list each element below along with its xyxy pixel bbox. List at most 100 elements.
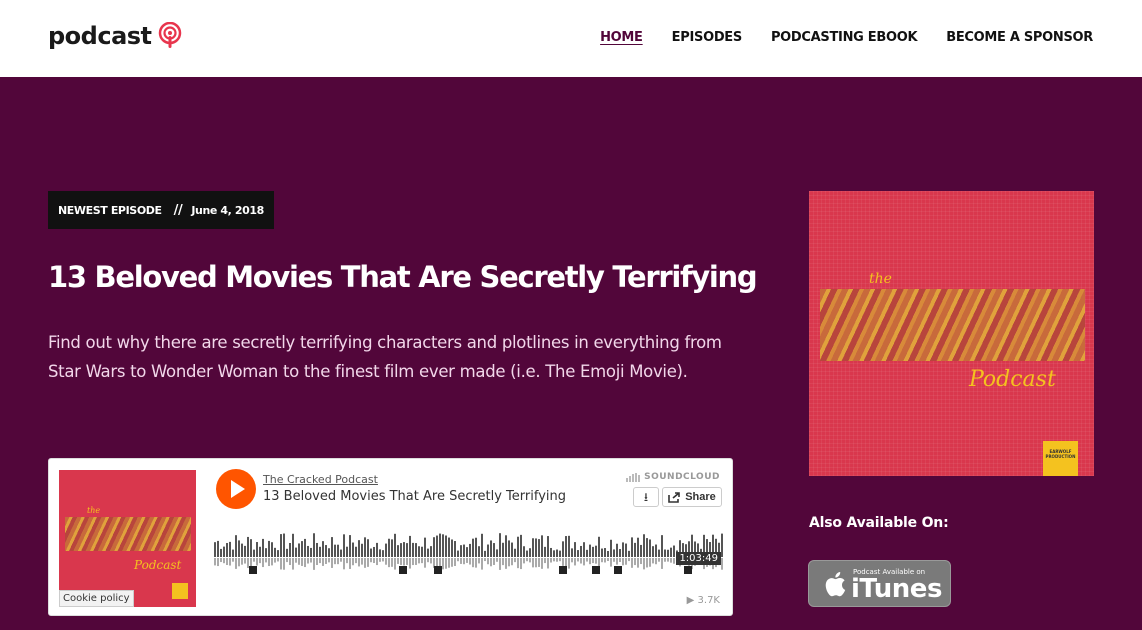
player-author-link[interactable]: The Cracked Podcast: [263, 473, 378, 486]
waveform-reflection: [505, 558, 507, 569]
waveform-reflection: [364, 558, 366, 568]
comment-avatar[interactable]: [249, 566, 257, 574]
waveform-reflection: [442, 558, 444, 570]
nav-episodes[interactable]: EPISODES: [672, 30, 743, 45]
waveform-reflection: [388, 558, 390, 568]
waveform-reflection: [310, 558, 312, 563]
comment-avatar[interactable]: [399, 566, 407, 574]
waveform-reflection: [595, 558, 597, 564]
waveform-reflection: [478, 558, 480, 564]
waveform-bar: [259, 546, 261, 557]
player-track-title[interactable]: 13 Beloved Movies That Are Secretly Terr…: [263, 489, 566, 504]
waveform[interactable]: [214, 527, 724, 579]
waveform-reflection: [307, 558, 309, 564]
waveform-bar: [721, 533, 723, 557]
comment-avatar[interactable]: [559, 566, 567, 574]
waveform-bar: [502, 542, 504, 557]
waveform-bar: [328, 548, 330, 557]
apple-icon: [825, 571, 846, 596]
nav-podcasting-ebook[interactable]: PODCASTING EBOOK: [771, 30, 918, 45]
waveform-bar: [616, 543, 618, 557]
waveform-bar: [634, 542, 636, 557]
waveform-reflection: [664, 558, 666, 562]
share-button[interactable]: Share: [662, 487, 722, 507]
waveform-reflection: [634, 558, 636, 566]
waveform-bar: [409, 535, 411, 557]
waveform-bar: [580, 545, 582, 557]
waveform-reflection: [274, 558, 276, 563]
waveform-bar: [220, 548, 222, 557]
nav-home[interactable]: HOME: [600, 30, 643, 45]
waveform-reflection: [400, 558, 402, 565]
waveform-bar: [370, 548, 372, 557]
waveform-bar: [403, 542, 405, 557]
badge-label: NEWEST EPISODE: [58, 203, 162, 217]
waveform-reflection: [460, 558, 462, 564]
waveform-reflection: [289, 558, 291, 565]
waveform-reflection: [520, 558, 522, 570]
waveform-reflection: [280, 558, 282, 570]
comment-avatar[interactable]: [434, 566, 442, 574]
waveform-reflection: [403, 558, 405, 566]
waveform-bar: [355, 546, 357, 557]
artwork-band: [65, 517, 191, 551]
waveform-bar: [622, 542, 624, 557]
waveform-reflection: [658, 558, 660, 562]
waveform-bar: [367, 539, 369, 557]
waveform-reflection: [487, 558, 489, 565]
track-duration: 1:03:49: [676, 552, 721, 565]
share-label: Share: [685, 491, 716, 503]
waveform-bar: [625, 543, 627, 557]
waveform-reflection: [421, 558, 423, 564]
waveform-bar: [655, 544, 657, 557]
waveform-bar: [334, 544, 336, 557]
waveform-reflection: [397, 558, 399, 564]
nav-become-sponsor[interactable]: BECOME A SPONSOR: [946, 30, 1093, 45]
waveform-bar: [361, 543, 363, 557]
waveform-bar: [235, 535, 237, 557]
waveform-bar: [277, 550, 279, 557]
waveform-reflection: [277, 558, 279, 562]
comment-avatar[interactable]: [592, 566, 600, 574]
waveform-reflection: [226, 558, 228, 565]
download-button[interactable]: ⭳: [633, 487, 659, 507]
waveform-bar: [436, 535, 438, 557]
waveform-bar: [448, 537, 450, 557]
waveform-bar: [571, 548, 573, 557]
waveform-reflection: [328, 558, 330, 563]
play-button[interactable]: [216, 469, 256, 509]
waveform-bar: [670, 547, 672, 557]
itunes-big-text: iTunes: [851, 574, 942, 604]
waveform-bar: [568, 535, 570, 557]
waveform-bar: [346, 546, 348, 557]
waveform-bar: [337, 544, 339, 557]
waveform-bar: [466, 547, 468, 557]
player-artwork[interactable]: the Podcast Cookie policy: [59, 470, 196, 607]
comment-avatar[interactable]: [614, 566, 622, 574]
waveform-reflection: [391, 558, 393, 567]
cookie-policy-link[interactable]: Cookie policy: [59, 590, 134, 607]
waveform-bar: [610, 539, 612, 557]
waveform-reflection: [358, 558, 360, 567]
site-logo[interactable]: podcast: [48, 22, 182, 50]
soundcloud-logo[interactable]: SOUNDCLOUD: [626, 472, 720, 482]
waveform-reflection: [592, 558, 594, 564]
waveform-bar: [649, 539, 651, 557]
waveform-bar: [556, 549, 558, 557]
waveform-bar: [376, 542, 378, 557]
waveform-bar: [469, 543, 471, 557]
episode-date: June 4, 2018: [191, 203, 264, 217]
waveform-bar: [637, 537, 639, 557]
waveform-reflection: [319, 558, 321, 564]
comment-avatar[interactable]: [684, 566, 692, 574]
waveform-bar: [364, 537, 366, 557]
waveform-bar: [445, 535, 447, 557]
podcast-cover-art[interactable]: the Podcast EARWOLF PRODUCTION: [809, 191, 1094, 476]
waveform-bar: [295, 547, 297, 557]
waveform-reflection: [361, 558, 363, 565]
waveform-reflection: [499, 558, 501, 570]
soundcloud-cloud-icon: [626, 472, 641, 482]
itunes-badge[interactable]: Podcast Available on iTunes: [808, 560, 951, 607]
waveform-bar: [280, 534, 282, 557]
waveform-reflection: [292, 558, 294, 570]
